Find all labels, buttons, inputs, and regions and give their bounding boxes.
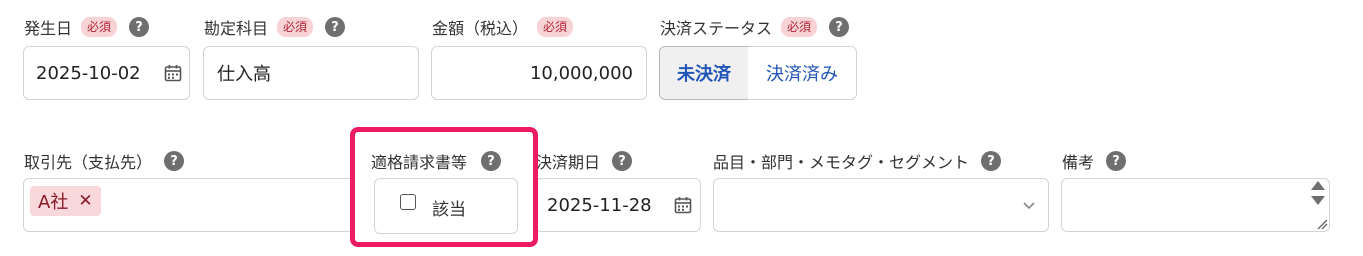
help-icon[interactable]: ?: [612, 151, 633, 171]
due-date-label: 決済期日: [536, 153, 601, 172]
scroll-up-arrow-icon[interactable]: [1310, 180, 1326, 192]
account-value: 仕入高: [217, 64, 271, 85]
segment-label: 品目・部門・メモタグ・セグメント: [713, 153, 970, 172]
resize-handle-icon[interactable]: [1316, 218, 1328, 230]
required-badge: 必須: [277, 17, 314, 37]
help-icon[interactable]: ?: [981, 151, 1002, 171]
chevron-down-icon: [1023, 202, 1035, 210]
invoice-label: 適格請求書等: [371, 153, 468, 172]
date-input[interactable]: 2025-10-02: [23, 46, 190, 100]
account-label-group: 勘定科目 必須 ?: [204, 15, 346, 39]
amount-label-group: 金額（税込） 必須: [432, 15, 574, 39]
account-label: 勘定科目: [204, 19, 269, 38]
notes-label-group: 備考 ?: [1062, 149, 1127, 173]
calendar-icon[interactable]: [674, 196, 692, 214]
invoice-checkbox[interactable]: [400, 194, 416, 210]
help-icon[interactable]: ?: [164, 151, 185, 171]
status-unsettled-label: 未決済: [677, 64, 731, 85]
scroll-down-arrow-icon[interactable]: [1310, 194, 1326, 206]
help-icon[interactable]: ?: [325, 17, 346, 37]
due-date-input[interactable]: 2025-11-28: [535, 178, 701, 232]
invoice-checkbox-label: 該当: [432, 200, 466, 220]
status-settled-label: 決済済み: [766, 64, 838, 85]
status-settled-option[interactable]: 決済済み: [748, 46, 857, 100]
notes-label: 備考: [1062, 153, 1095, 172]
account-select[interactable]: 仕入高: [203, 46, 419, 100]
amount-label: 金額（税込）: [432, 19, 529, 38]
help-icon[interactable]: ?: [481, 151, 502, 171]
segment-select[interactable]: [713, 178, 1049, 232]
notes-scrollbar[interactable]: [1307, 179, 1329, 231]
tag-remove-icon[interactable]: ✕: [78, 191, 92, 211]
calendar-icon[interactable]: [164, 64, 182, 82]
partner-label: 取引先（支払先）: [24, 153, 153, 172]
partner-tag-label: A社: [38, 192, 69, 213]
status-label: 決済ステータス: [660, 19, 773, 38]
invoice-label-group: 適格請求書等 ?: [371, 149, 502, 173]
help-icon[interactable]: ?: [829, 17, 850, 37]
required-badge: 必須: [537, 17, 574, 37]
due-date-label-group: 決済期日 ?: [536, 149, 633, 173]
notes-textarea[interactable]: [1061, 178, 1330, 232]
amount-value: 10,000,000: [529, 62, 633, 84]
date-label: 発生日: [24, 19, 73, 38]
amount-input[interactable]: 10,000,000: [431, 46, 647, 100]
status-label-group: 決済ステータス 必須 ?: [660, 15, 850, 39]
partner-tag: A社 ✕: [30, 186, 101, 216]
required-badge: 必須: [81, 17, 118, 37]
partner-label-group: 取引先（支払先） ?: [24, 149, 185, 173]
status-unsettled-option[interactable]: 未決済: [659, 46, 749, 100]
segment-label-group: 品目・部門・メモタグ・セグメント ?: [713, 149, 1002, 173]
date-value: 2025-10-02: [36, 62, 141, 84]
required-badge: 必須: [781, 17, 818, 37]
due-date-value: 2025-11-28: [547, 194, 652, 216]
help-icon[interactable]: ?: [1106, 151, 1127, 171]
help-icon[interactable]: ?: [129, 17, 150, 37]
invoice-checkbox-field[interactable]: 該当: [374, 178, 518, 234]
date-label-group: 発生日 必須 ?: [24, 15, 150, 39]
